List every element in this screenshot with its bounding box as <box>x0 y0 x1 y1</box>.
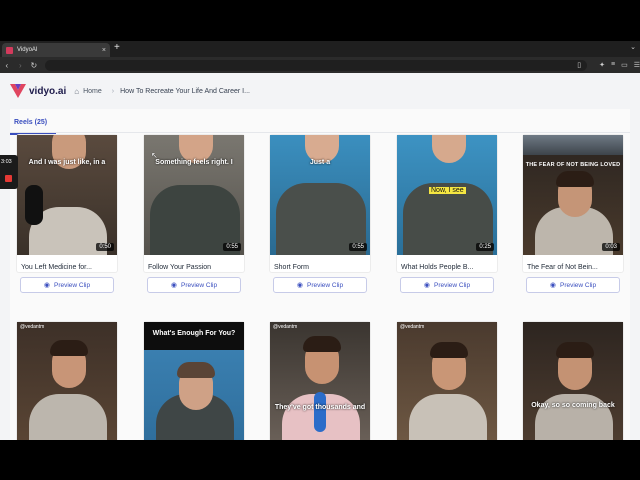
chevron-down-icon[interactable]: ⌄ <box>630 43 636 51</box>
duration-badge: 0:50 <box>96 243 114 251</box>
preview-clip-label: Preview Clip <box>306 281 344 289</box>
clip-thumbnail[interactable]: Now, I see 0:25 <box>397 135 497 255</box>
clip-caption: Now, I see <box>429 187 466 194</box>
sidebar-icon[interactable]: ▭ <box>621 61 628 69</box>
clip-title: What Holds People B... <box>401 264 474 271</box>
duration-badge: 0:25 <box>476 243 494 251</box>
clip-caption: And I was just like, in a <box>28 159 106 166</box>
duration-badge: 0:55 <box>223 243 241 251</box>
preview-clip-button[interactable]: ◉ Preview Clip <box>526 277 620 293</box>
eye-icon: ◉ <box>549 282 556 289</box>
home-icon[interactable]: ⌂ <box>74 87 79 96</box>
clip-caption: Something feels right. I <box>155 159 233 166</box>
preview-clip-label: Preview Clip <box>53 281 91 289</box>
clip-title: Short Form <box>274 264 310 271</box>
breadcrumb-current: How To Recreate Your Life And Career I..… <box>120 87 250 95</box>
reload-icon[interactable]: ↻ <box>27 61 41 70</box>
eye-icon: ◉ <box>423 282 430 289</box>
browser-tab[interactable]: VidyoAI × <box>2 43 110 57</box>
tabs-row: Reels (25) <box>10 113 630 135</box>
clip-card[interactable]: Now, I see 0:25 What Holds People B... ◉… <box>397 135 497 293</box>
breadcrumb-home[interactable]: Home <box>83 88 102 95</box>
duration-badge: 0:03 <box>602 243 620 251</box>
clip-caption: They've got thousands and <box>274 404 366 411</box>
clip-title: You Left Medicine for... <box>21 264 92 271</box>
browser-toolbar: ‹ › ↻ ▯ ✦ ≡ ▭ ☰ <box>0 57 640 73</box>
chevron-right-icon: › <box>111 87 115 95</box>
preview-clip-button[interactable]: ◉ Preview Clip <box>20 277 114 293</box>
clip-title: Follow Your Passion <box>148 264 212 271</box>
clip-thumbnail[interactable]: What's Enough For You? <box>144 322 244 440</box>
preview-clip-button[interactable]: ◉ Preview Clip <box>147 277 241 293</box>
browser-tab-bar: VidyoAI × <box>0 41 640 57</box>
duration-badge: 0:55 <box>349 243 367 251</box>
clip-thumbnail[interactable]: THE FEAR OF NOT BEING LOVED 0:03 <box>523 135 623 255</box>
back-icon[interactable]: ‹ <box>0 61 14 70</box>
clip-card[interactable]: @vedantm They've got thousands and <box>270 322 370 440</box>
clip-caption: Okay, so so coming back <box>531 402 615 409</box>
clip-banner: What's Enough For You? <box>152 330 236 337</box>
extensions-icon[interactable]: ✦ <box>599 61 605 69</box>
clip-card[interactable]: Just a 0:55 Short Form ◉ Preview Clip <box>270 135 370 293</box>
clip-card[interactable]: @vedantm <box>17 322 117 440</box>
eye-icon: ◉ <box>296 282 303 289</box>
preview-clip-label: Preview Clip <box>180 281 218 289</box>
clip-card[interactable]: @vedantm <box>397 322 497 440</box>
channel-handle: @vedantm <box>400 324 425 330</box>
eye-icon: ◉ <box>43 282 50 289</box>
clip-thumbnail[interactable]: And I was just like, in a 0:50 <box>17 135 117 255</box>
eye-icon: ◉ <box>170 282 177 289</box>
recorder-time: 3:03 <box>1 159 12 165</box>
reading-list-icon[interactable]: ≡ <box>611 61 615 69</box>
clip-card[interactable]: Something feels right. I 0:55 Follow You… <box>144 135 244 293</box>
clip-card[interactable]: THE FEAR OF NOT BEING LOVED 0:03 The Fea… <box>523 135 623 293</box>
preview-clip-label: Preview Clip <box>559 281 597 289</box>
address-bar[interactable]: ▯ <box>44 59 588 71</box>
content-panel: Reels (25) And I was just like, in a 0:5… <box>10 109 630 440</box>
close-icon[interactable]: × <box>102 47 106 54</box>
preview-clip-button[interactable]: ◉ Preview Clip <box>400 277 494 293</box>
clip-thumbnail[interactable]: @vedantm <box>397 322 497 440</box>
vidyo-logo-icon[interactable] <box>10 84 26 98</box>
preview-clip-label: Preview Clip <box>433 281 471 289</box>
logo-text[interactable]: vidyo.ai <box>29 86 66 97</box>
mouse-cursor-icon: ↖ <box>151 151 158 160</box>
channel-handle: @vedantm <box>273 324 298 330</box>
clip-thumbnail[interactable]: @vedantm <box>17 322 117 440</box>
clip-thumbnail[interactable]: @vedantm They've got thousands and <box>270 322 370 440</box>
clip-card[interactable]: Okay, so so coming back <box>523 322 623 440</box>
menu-icon[interactable]: ☰ <box>634 61 640 69</box>
clip-title: The Fear of Not Bein... <box>527 264 598 271</box>
channel-handle: @vedantm <box>20 324 45 330</box>
clip-card[interactable]: And I was just like, in a 0:50 You Left … <box>17 135 117 293</box>
stop-recording-icon[interactable] <box>5 175 12 182</box>
web-page: vidyo.ai ⌂ Home › How To Recreate Your L… <box>0 73 640 440</box>
clip-thumbnail[interactable]: Just a 0:55 <box>270 135 370 255</box>
forward-icon[interactable]: › <box>14 61 28 70</box>
app-header: vidyo.ai ⌂ Home › How To Recreate Your L… <box>0 73 640 109</box>
tab-title: VidyoAI <box>17 47 38 53</box>
vidyo-favicon-icon <box>6 46 13 54</box>
new-tab-icon[interactable]: + <box>114 43 120 53</box>
bookmark-icon[interactable]: ▯ <box>577 61 581 69</box>
screen-recorder-widget[interactable]: 3:03 <box>0 155 18 189</box>
preview-clip-button[interactable]: ◉ Preview Clip <box>273 277 367 293</box>
clip-thumbnail[interactable]: Okay, so so coming back <box>523 322 623 440</box>
screen: VidyoAI × + ⌄ ‹ › ↻ ▯ ✦ ≡ ▭ ☰ vidyo.ai ⌂… <box>0 0 640 480</box>
clip-thumbnail[interactable]: Something feels right. I 0:55 <box>144 135 244 255</box>
clip-caption: THE FEAR OF NOT BEING LOVED <box>525 162 621 168</box>
clip-card[interactable]: What's Enough For You? <box>144 322 244 440</box>
clip-caption: Just a <box>309 159 331 166</box>
microphone-icon <box>314 392 326 432</box>
microphone-icon <box>25 185 43 225</box>
tab-reels[interactable]: Reels (25) <box>14 119 47 126</box>
